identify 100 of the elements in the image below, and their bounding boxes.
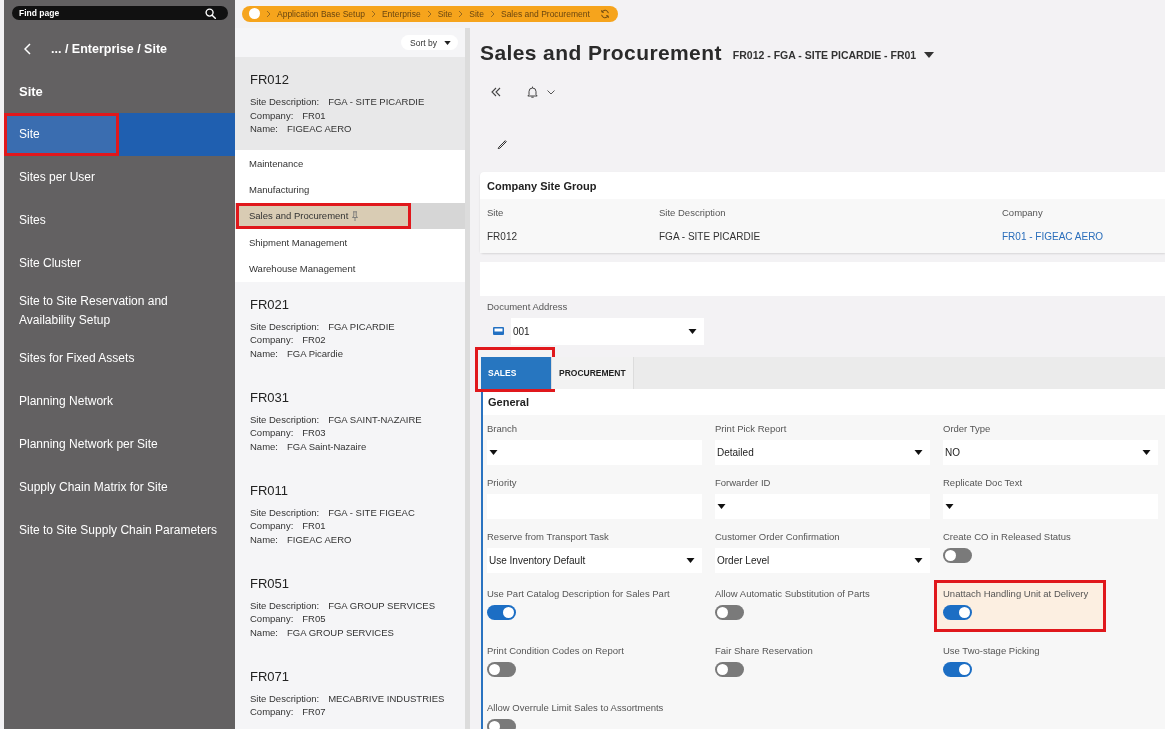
nav-item[interactable]: Site to Site Reservation and Availability Setup [4, 285, 235, 337]
chevron-down-icon[interactable] [547, 89, 555, 95]
nav-item[interactable]: Site [4, 113, 235, 156]
company-link[interactable]: FR01 - FIGEAC AERO [1002, 231, 1104, 243]
field-label: Site Description: [250, 320, 320, 332]
monitor-icon [493, 327, 504, 336]
field-label: Company: [250, 109, 294, 121]
caret-down-icon [1142, 450, 1151, 455]
field-label: Priority [487, 477, 517, 489]
caret-down-icon [914, 450, 923, 455]
caret-down-icon [688, 329, 697, 334]
sort-button[interactable]: Sort by [401, 35, 458, 50]
breadcrumb-link[interactable]: Site [469, 8, 484, 19]
field-value: FR01 [302, 109, 326, 121]
field-value: FR07 [302, 706, 326, 718]
record-card[interactable]: FR021 Site Description: FGA PICARDIE Company: FR02 Name: FGA Picardie [235, 281, 465, 375]
section-title: General [483, 389, 1165, 415]
nav-item[interactable]: Site Cluster [4, 242, 235, 285]
chevron-right-icon [489, 9, 495, 18]
card-title: Company Site Group [486, 178, 598, 194]
field-value: MECABRIVE INDUSTRIES [328, 692, 445, 704]
chevron-left-icon[interactable] [24, 43, 31, 55]
page-link[interactable]: Sales and Procurement [235, 202, 465, 230]
nav-item[interactable]: Sites [4, 199, 235, 242]
dropdown-field[interactable]: Order Level [715, 548, 930, 573]
caret-down-icon [686, 558, 695, 563]
dropdown-field[interactable]: NO [943, 440, 1158, 465]
record-code: FR071 [250, 668, 291, 685]
page-link[interactable]: Maintenance [235, 150, 465, 177]
nav-item[interactable]: Site to Site Supply Chain Parameters [4, 509, 235, 552]
nav-item[interactable]: Sites per User [4, 156, 235, 199]
field-label: Site Description: [250, 413, 320, 425]
dropdown-field[interactable]: Detailed [715, 440, 930, 465]
dropdown-field[interactable]: 001 [511, 318, 704, 345]
field-label: Company: [250, 613, 294, 625]
dropdown-field[interactable] [943, 494, 1158, 519]
search-field[interactable]: Find page [12, 6, 228, 20]
field-value: FIGEAC AERO [287, 123, 352, 134]
field-value: FGA Saint-Nazaire [287, 440, 367, 452]
tab[interactable]: SALES [481, 357, 552, 389]
nav-item[interactable]: Supply Chain Matrix for Site [4, 466, 235, 509]
column-label: Company [1002, 207, 1043, 219]
pin-icon[interactable] [352, 210, 359, 221]
chevron-right-icon [458, 9, 464, 18]
chevron-right-icon [370, 9, 376, 18]
dropdown-field[interactable] [715, 494, 930, 519]
dropdown-field[interactable] [487, 440, 702, 465]
breadcrumb-link[interactable]: Application Base Setup [277, 8, 365, 19]
caret-down-icon [914, 558, 923, 563]
pencil-icon[interactable] [497, 137, 508, 149]
page-link[interactable]: Manufacturing [235, 176, 465, 203]
field-label: Order Type [943, 423, 991, 435]
chevron-right-icon [266, 9, 271, 18]
caret-down-icon [444, 40, 451, 45]
nav-item[interactable]: Planning Network [4, 380, 235, 423]
record-card[interactable]: FR012 Site Description: FGA - SITE PICARDIE Company: FR01 Name: FIGEAC AERO [235, 57, 465, 150]
field-value: FR02 [302, 334, 326, 346]
field-label: Document Address [487, 301, 569, 313]
field-label: Print Pick Report [715, 423, 787, 435]
caret-down-icon [924, 51, 935, 58]
field-value: FGA Picardie [287, 347, 343, 359]
record-card[interactable]: FR071 Site Description: MECABRIVE INDUSTRIES Company: FR07 [235, 653, 465, 729]
page-title: Sales and Procurement [480, 41, 722, 65]
nav-item[interactable]: Planning Network per Site [4, 423, 235, 466]
record-selector[interactable]: FR012 - FGA - SITE PICARDIE - FR01 [732, 48, 935, 61]
record-card[interactable]: FR031 Site Description: FGA SAINT-NAZAIRE Company: FR03 Name: FGA Saint-Nazaire [235, 374, 465, 468]
toggle-switch[interactable] [487, 662, 516, 677]
dropdown-field[interactable]: Use Inventory Default [487, 548, 702, 573]
refresh-icon[interactable] [599, 8, 610, 19]
field-label: Reserve from Transport Task [487, 531, 609, 543]
field-label: Company: [250, 427, 294, 439]
caret-down-icon [489, 450, 498, 455]
record-code: FR051 [250, 575, 291, 592]
field-label: Print Condition Codes on Report [487, 645, 624, 657]
breadcrumb-link[interactable]: Site [437, 8, 453, 19]
record-code: FR031 [250, 389, 291, 406]
double-chevron-left-icon[interactable] [491, 87, 501, 97]
toggle-switch[interactable] [715, 605, 744, 620]
field-label: Branch [487, 423, 518, 435]
field-label: Unattach Handling Unit at Delivery [943, 588, 1089, 600]
bell-icon[interactable] [527, 86, 538, 98]
toggle-switch[interactable] [715, 662, 744, 677]
field-value: FGA PICARDIE [328, 320, 395, 332]
page-link[interactable]: Shipment Management [235, 229, 465, 256]
field-label: Site Description: [250, 96, 320, 107]
toggle-switch[interactable] [487, 605, 516, 620]
toggle-switch[interactable] [943, 548, 972, 563]
breadcrumb-link[interactable]: Sales and Procurement [500, 8, 590, 19]
tab[interactable]: PROCUREMENT [552, 357, 634, 389]
caret-down-icon [717, 504, 726, 509]
scrollbar-track[interactable] [465, 28, 470, 729]
record-card[interactable]: FR011 Site Description: FGA - SITE FIGEAC Company: FR01 Name: FIGEAC AERO [235, 467, 465, 561]
page-link[interactable]: Warehouse Management [235, 255, 465, 282]
field-label: Fair Share Reservation [715, 645, 813, 657]
field-value: FR05 [302, 613, 326, 625]
breadcrumb-link[interactable]: Enterprise [381, 8, 421, 19]
field-label: Name: [250, 123, 278, 134]
nav-item[interactable]: Sites for Fixed Assets [4, 337, 235, 380]
record-card[interactable]: FR051 Site Description: FGA GROUP SERVICES Company: FR05 Name: FGA GROUP SERVICES [235, 560, 465, 654]
toggle-switch[interactable] [943, 662, 972, 677]
